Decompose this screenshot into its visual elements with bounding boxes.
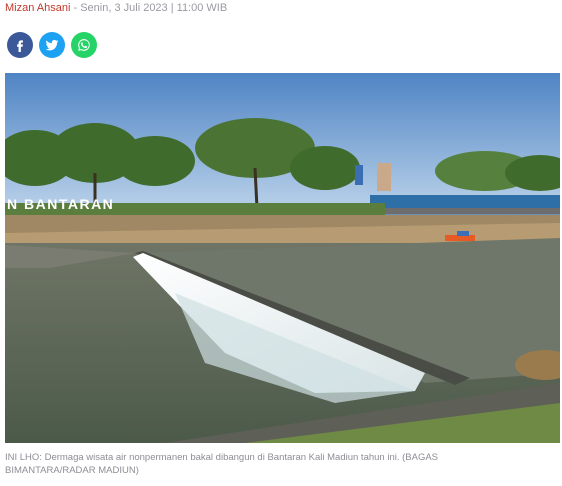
share-facebook-button[interactable] (7, 32, 33, 58)
share-twitter-button[interactable] (39, 32, 65, 58)
river-weir-photo: N BANTARAN (5, 73, 560, 443)
author-name[interactable]: Mizan Ahsani (5, 2, 70, 14)
whatsapp-icon (78, 39, 90, 51)
share-whatsapp-button[interactable] (71, 32, 97, 58)
share-bar (7, 32, 97, 58)
byline-separator: - (70, 2, 81, 14)
publish-date: Senin, 3 Juli 2023 | 11:00 WIB (80, 2, 228, 14)
article-byline: Mizan Ahsani - Senin, 3 Juli 2023 | 11:0… (5, 2, 227, 14)
bantaran-sign: N BANTARAN (7, 196, 114, 212)
article-photo: N BANTARAN (5, 73, 560, 443)
facebook-icon (17, 40, 23, 52)
twitter-icon (45, 39, 59, 51)
photo-caption: INI LHO: Dermaga wisata air nonpermanen … (5, 452, 439, 476)
